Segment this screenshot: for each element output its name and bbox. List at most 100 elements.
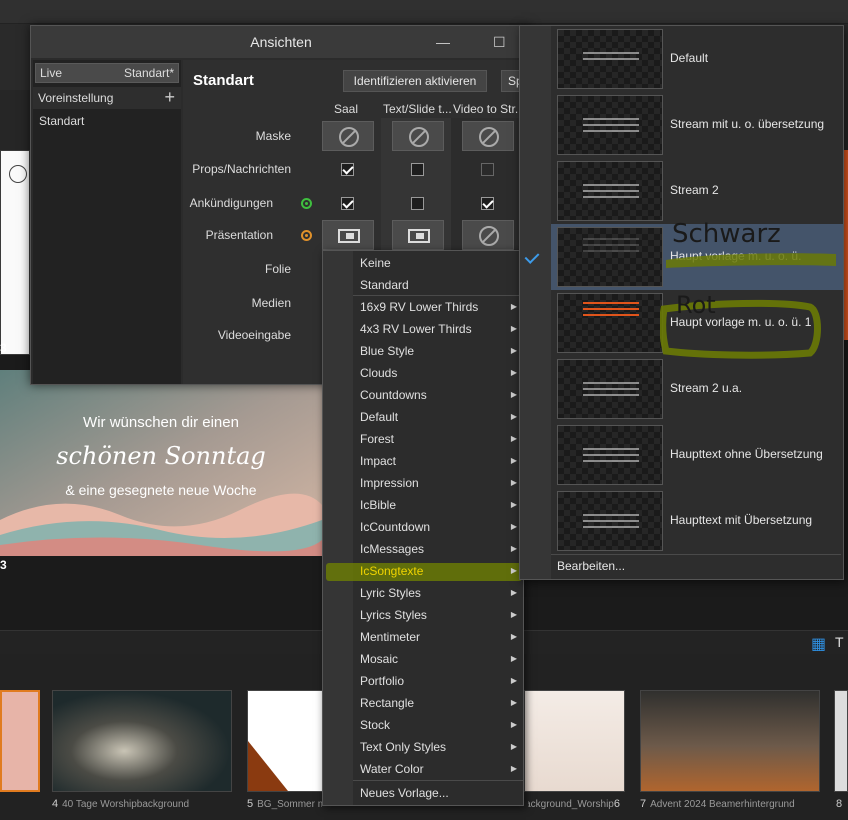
mask-none-button[interactable] — [392, 121, 444, 151]
identify-button[interactable]: Identifizieren aktivieren — [343, 70, 487, 92]
row-label-props: Props/Nachrichten — [192, 162, 291, 176]
mask-none-button[interactable] — [322, 121, 374, 151]
template-name: Haupttext ohne Übersetzung — [670, 447, 823, 461]
menu-item[interactable]: 16x9 RV Lower Thirds ▶ — [353, 296, 523, 318]
chevron-right-icon: ▶ — [510, 500, 517, 509]
menu-item[interactable]: IcBible ▶ — [353, 494, 523, 516]
slide-number: 3 — [0, 341, 7, 355]
presentation-layer-button[interactable] — [462, 220, 514, 250]
thumbnail-text-line — [583, 130, 639, 132]
column-header: Text/Slide t... — [383, 102, 451, 116]
menu-item[interactable]: Rectangle ▶ — [353, 692, 523, 714]
menu-item[interactable]: Portfolio ▶ — [353, 670, 523, 692]
menu-item[interactable]: Impression ▶ — [353, 472, 523, 494]
menu-item[interactable]: IcMessages ▶ — [353, 538, 523, 560]
thumbnail-caption: Background_Worship6 — [528, 798, 620, 810]
menu-item[interactable]: Blue Style ▶ — [353, 340, 523, 362]
thumbnail-text-line — [583, 190, 639, 192]
template-name: Default — [670, 51, 709, 65]
maximize-icon[interactable]: ☐ — [493, 26, 506, 58]
thumbnail[interactable] — [640, 690, 820, 792]
column-header: Saal — [333, 102, 359, 116]
grid-view-icon[interactable]: ▦ — [811, 634, 826, 654]
menu-item[interactable]: Forest ▶ — [353, 428, 523, 450]
template-thumbnail — [557, 95, 663, 155]
view-title: Standart — [193, 72, 254, 89]
template-name: Haupttext mit Übersetzung — [670, 513, 813, 527]
menu-item[interactable]: Lyrics Styles ▶ — [353, 604, 523, 626]
thumbnail-text-line — [583, 250, 639, 252]
template-thumbnail — [557, 29, 663, 89]
menu-item[interactable]: 4x3 RV Lower Thirds ▶ — [353, 318, 523, 340]
template-thumbnail — [557, 359, 663, 419]
menu-item[interactable]: Text Only Styles ▶ — [353, 736, 523, 758]
thumbnail-text-line — [583, 514, 639, 516]
chevron-right-icon: ▶ — [510, 654, 517, 663]
menu-item[interactable]: IcCountdown ▶ — [353, 516, 523, 538]
template-item[interactable]: Stream 2 u.a. — [551, 356, 843, 422]
presentation-layer-button[interactable] — [322, 220, 374, 250]
chevron-right-icon: ▶ — [510, 324, 517, 333]
announcements-checkbox[interactable] — [341, 197, 354, 210]
minimize-icon[interactable]: — — [436, 26, 450, 58]
template-item[interactable]: Haupttext mit Übersetzung — [551, 488, 843, 554]
status-orange-icon — [301, 230, 312, 241]
thumbnail[interactable] — [524, 690, 625, 792]
menu-item-label: Neues Vorlage... — [360, 786, 449, 800]
menu-item[interactable]: Countdowns ▶ — [353, 384, 523, 406]
menu-item[interactable]: Mosaic ▶ — [353, 648, 523, 670]
presentation-layer-button[interactable] — [392, 220, 444, 250]
thumbnail[interactable] — [834, 690, 848, 792]
announcements-checkbox[interactable] — [481, 197, 494, 210]
template-item[interactable]: Stream 2 — [551, 158, 843, 224]
menu-item-label: Impact — [360, 454, 397, 468]
chevron-right-icon: ▶ — [510, 478, 517, 487]
slide-card-left[interactable] — [0, 150, 30, 355]
template-item[interactable]: Default — [551, 26, 843, 92]
template-item[interactable]: Haupt vorlage m. u. o. ü. — [551, 224, 843, 290]
menu-item[interactable]: Stock ▶ — [353, 714, 523, 736]
menu-item[interactable]: Impact ▶ — [353, 450, 523, 472]
menu-separator — [353, 295, 523, 296]
thumbnail-text-line — [583, 454, 639, 456]
menu-item-label: Clouds — [360, 366, 398, 380]
props-checkbox[interactable] — [341, 163, 354, 176]
preset-item[interactable]: Standart — [39, 114, 84, 128]
template-item[interactable]: Stream mit u. o. übersetzung — [551, 92, 843, 158]
props-checkbox[interactable] — [411, 163, 424, 176]
edit-templates-item[interactable]: Bearbeiten... — [557, 559, 625, 573]
menu-item-label: Lyric Styles — [360, 586, 421, 600]
menu-gutter — [323, 251, 353, 805]
template-thumbnail — [557, 491, 663, 551]
menu-item-label: IcBible — [360, 498, 397, 512]
thumbnail-text-line — [583, 448, 639, 450]
menu-item[interactable]: Lyric Styles ▶ — [353, 582, 523, 604]
no-entry-icon — [409, 127, 429, 147]
mask-none-button[interactable] — [462, 121, 514, 151]
template-item[interactable]: Haupt vorlage m. u. o. ü. 1 — [551, 290, 843, 356]
menu-item-label: Water Color — [360, 762, 424, 776]
text-view-icon[interactable]: T — [835, 634, 844, 650]
menu-item[interactable]: Clouds ▶ — [353, 362, 523, 384]
menu-item[interactable]: Standard — [353, 274, 523, 296]
props-checkbox[interactable] — [481, 163, 494, 176]
template-item[interactable]: Haupttext ohne Übersetzung — [551, 422, 843, 488]
menu-item-label: Stock — [360, 718, 391, 732]
menu-item[interactable]: IcSongtexte ▶ — [353, 560, 523, 582]
menu-item[interactable]: Water Color ▶ — [353, 758, 523, 780]
add-preset-icon[interactable]: + — [164, 86, 175, 108]
announcements-checkbox[interactable] — [411, 197, 424, 210]
slide-card-sunday[interactable]: Wir wünschen dir einen schönen Sonntag &… — [0, 370, 322, 556]
menu-item[interactable]: Default ▶ — [353, 406, 523, 428]
live-selector[interactable]: Live Standart* — [35, 63, 179, 83]
menu-item[interactable]: Neues Vorlage... — [353, 782, 523, 804]
menu-item[interactable]: Mentimeter ▶ — [353, 626, 523, 648]
thumbnail-text-line — [583, 58, 639, 60]
template-name: Haupt vorlage m. u. o. ü. — [670, 249, 802, 263]
thumbnail-selected[interactable] — [0, 690, 40, 792]
chevron-right-icon: ▶ — [510, 588, 517, 597]
menu-item[interactable]: Keine — [353, 252, 523, 274]
thumbnail[interactable] — [52, 690, 232, 792]
chevron-right-icon: ▶ — [510, 698, 517, 707]
screen-icon — [338, 229, 360, 243]
